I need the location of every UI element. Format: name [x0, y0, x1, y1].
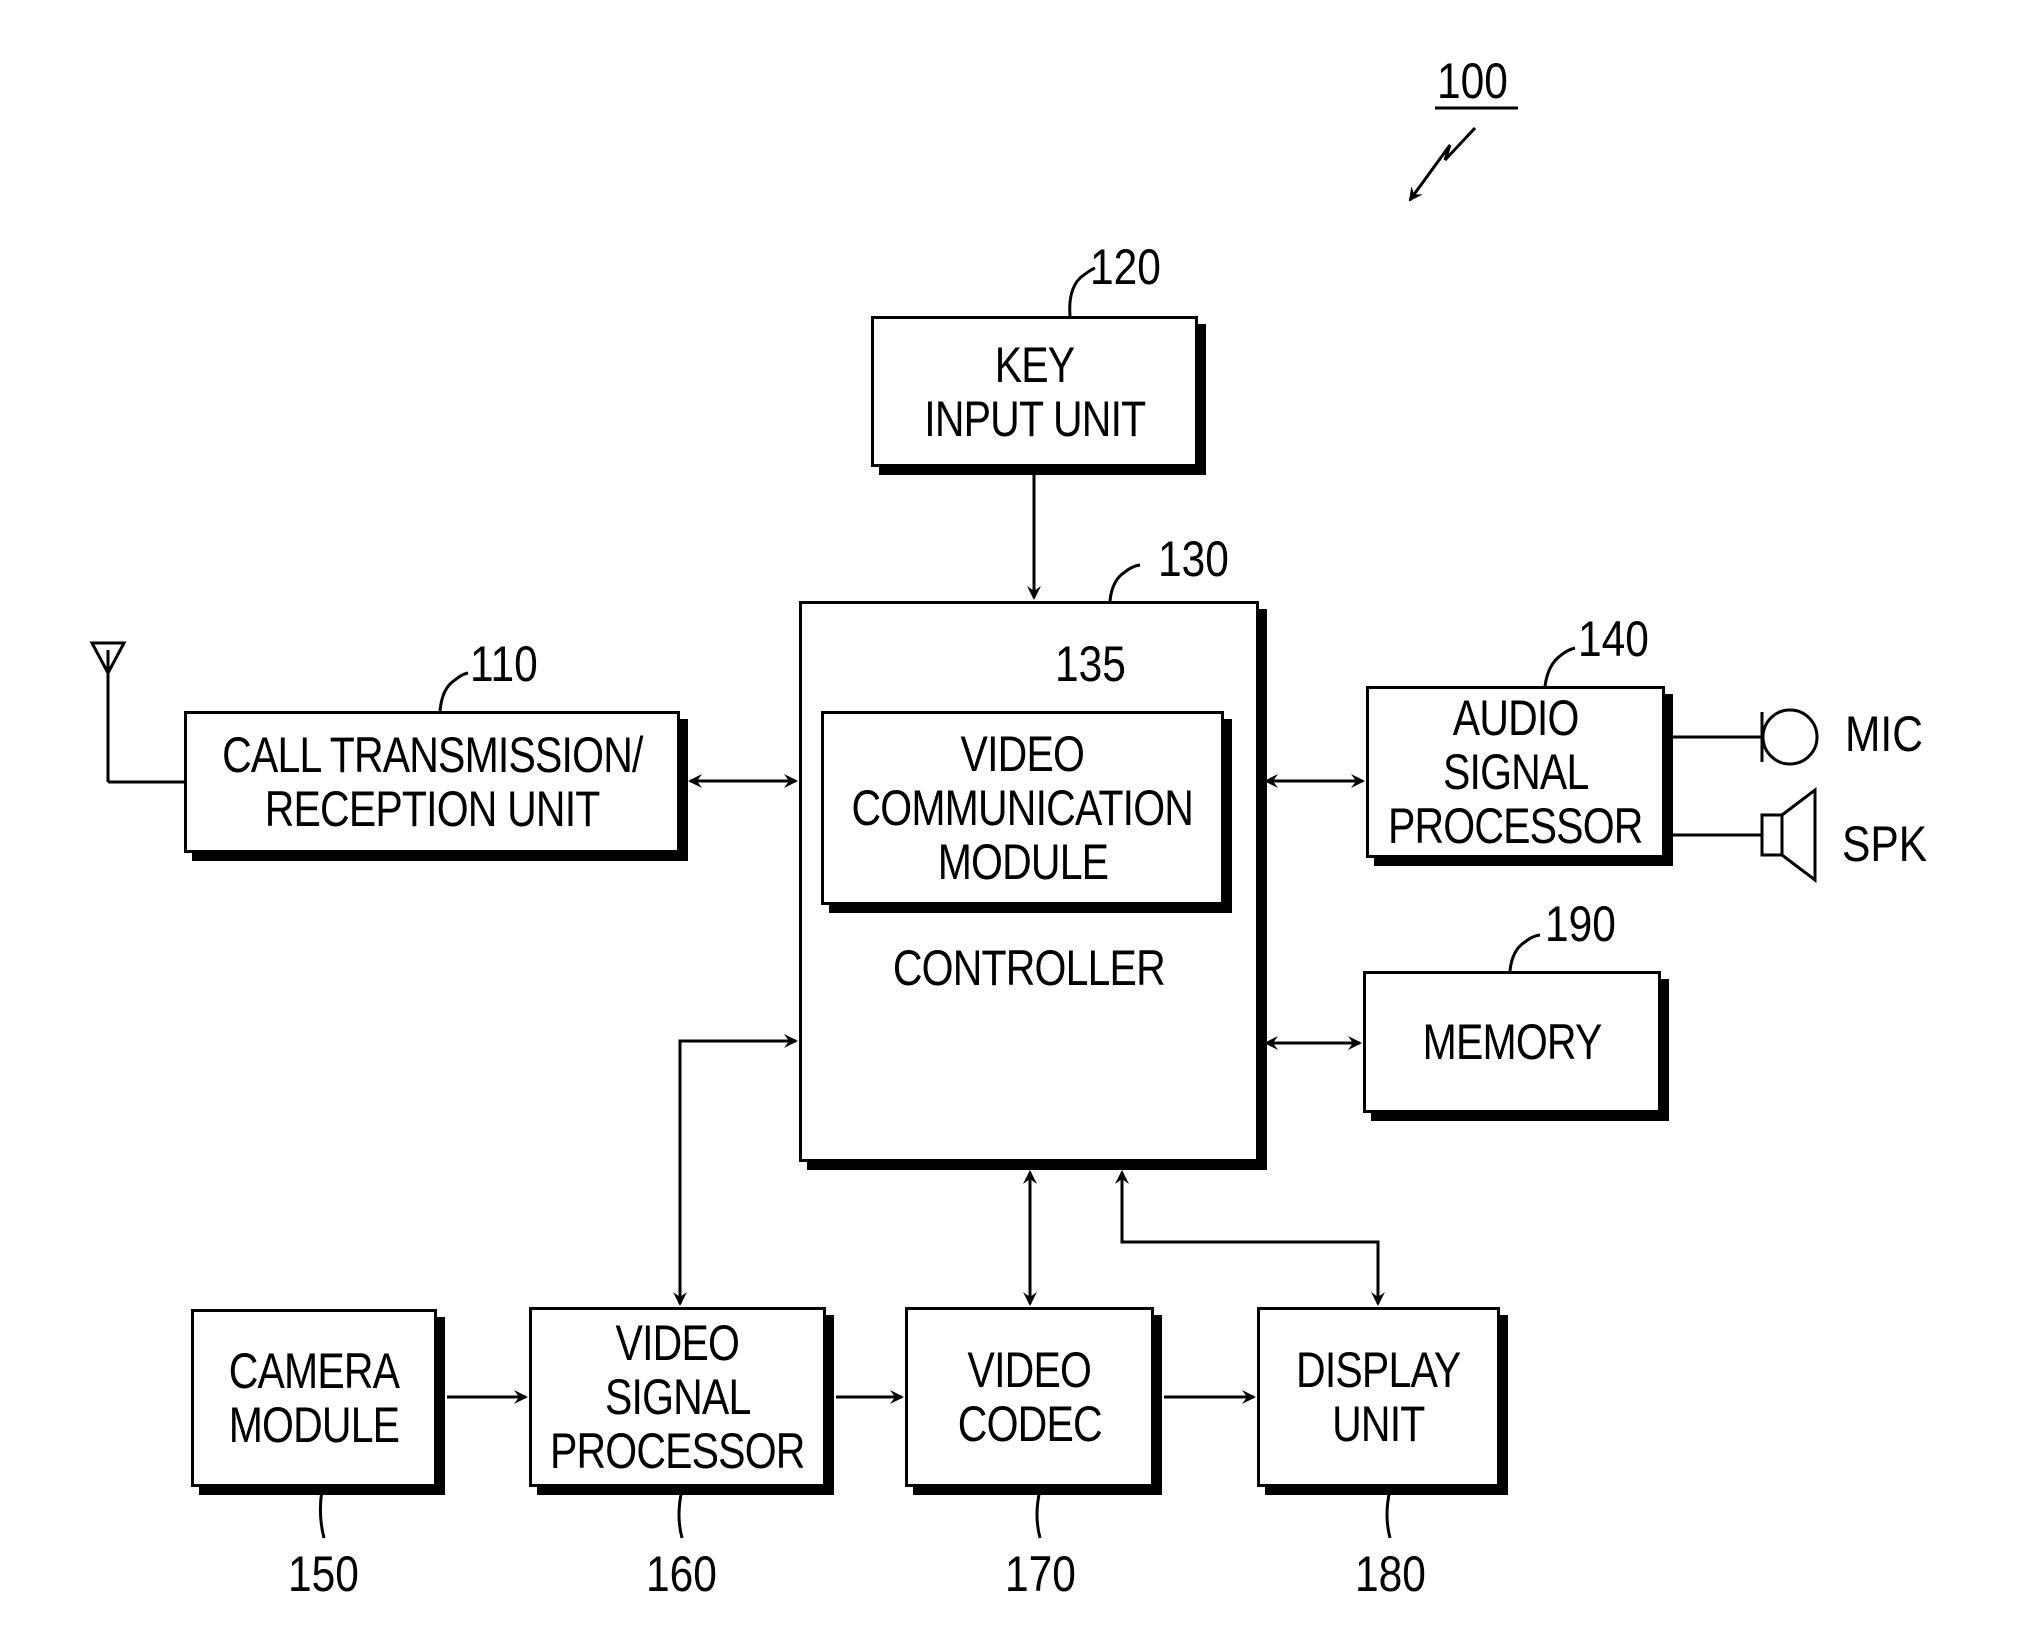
display-unit-block: DISPLAY UNIT — [1257, 1307, 1500, 1487]
vsp-line-3: PROCESSOR — [550, 1423, 805, 1479]
spk-label: SPK — [1842, 816, 1928, 872]
mic-icon — [1761, 708, 1819, 766]
vsp-line-2: SIGNAL — [604, 1369, 751, 1425]
call-ref: 110 — [470, 636, 538, 692]
audio-line-3: PROCESSOR — [1388, 798, 1643, 854]
mic-label: MIC — [1845, 706, 1923, 762]
vcm-line-3: MODULE — [937, 834, 1108, 890]
key-input-unit-block: KEY INPUT UNIT — [871, 316, 1198, 467]
call-line-1: CALL TRANSMISSION/ — [221, 727, 643, 783]
audio-line-1: AUDIO — [1452, 690, 1580, 746]
video-codec-block: VIDEO CODEC — [905, 1307, 1154, 1487]
display-line-2: UNIT — [1332, 1396, 1425, 1452]
arrow-controller-vsp — [673, 1034, 798, 1306]
figure-ref-label: 100 — [1437, 53, 1508, 109]
camera-line-2: MODULE — [228, 1397, 400, 1453]
camera-ref: 150 — [288, 1546, 359, 1602]
vsp-ref: 160 — [646, 1546, 717, 1602]
speaker-icon — [1760, 813, 1784, 857]
call-line-2: RECEPTION UNIT — [264, 781, 601, 837]
antenna-icon — [89, 641, 184, 784]
audio-ref: 140 — [1578, 611, 1649, 667]
vcm-line-1: VIDEO — [960, 726, 1085, 782]
key-input-line-1: KEY — [994, 336, 1075, 393]
key-input-ref: 120 — [1090, 239, 1161, 295]
camera-module-block: CAMERA MODULE — [191, 1309, 437, 1487]
codec-line-1: VIDEO — [967, 1342, 1092, 1398]
memory-ref: 190 — [1545, 896, 1616, 952]
call-transmission-block: CALL TRANSMISSION/ RECEPTION UNIT — [184, 711, 680, 853]
controller-ref: 130 — [1158, 531, 1229, 587]
memory-block: MEMORY — [1363, 971, 1661, 1113]
vcm-ref: 135 — [1055, 636, 1126, 692]
codec-line-2: CODEC — [957, 1396, 1103, 1452]
arrow-controller-display — [1115, 1170, 1385, 1306]
figure-ref-leader — [1408, 126, 1477, 202]
key-input-line-2: INPUT UNIT — [923, 390, 1146, 447]
vcm-line-2: COMMUNICATION — [851, 780, 1194, 836]
memory-label: MEMORY — [1422, 1014, 1603, 1070]
vsp-line-1: VIDEO — [615, 1315, 740, 1371]
video-signal-processor-block: VIDEO SIGNAL PROCESSOR — [529, 1307, 826, 1487]
camera-line-1: CAMERA — [228, 1343, 400, 1399]
audio-signal-processor-block: AUDIO SIGNAL PROCESSOR — [1366, 686, 1665, 858]
display-ref: 180 — [1355, 1546, 1426, 1602]
controller-label: CONTROLLER — [892, 940, 1166, 996]
video-communication-module-block: VIDEO COMMUNICATION MODULE — [821, 711, 1224, 905]
display-line-1: DISPLAY — [1296, 1342, 1461, 1398]
audio-line-2: SIGNAL — [1442, 744, 1589, 800]
codec-ref: 170 — [1005, 1546, 1076, 1602]
